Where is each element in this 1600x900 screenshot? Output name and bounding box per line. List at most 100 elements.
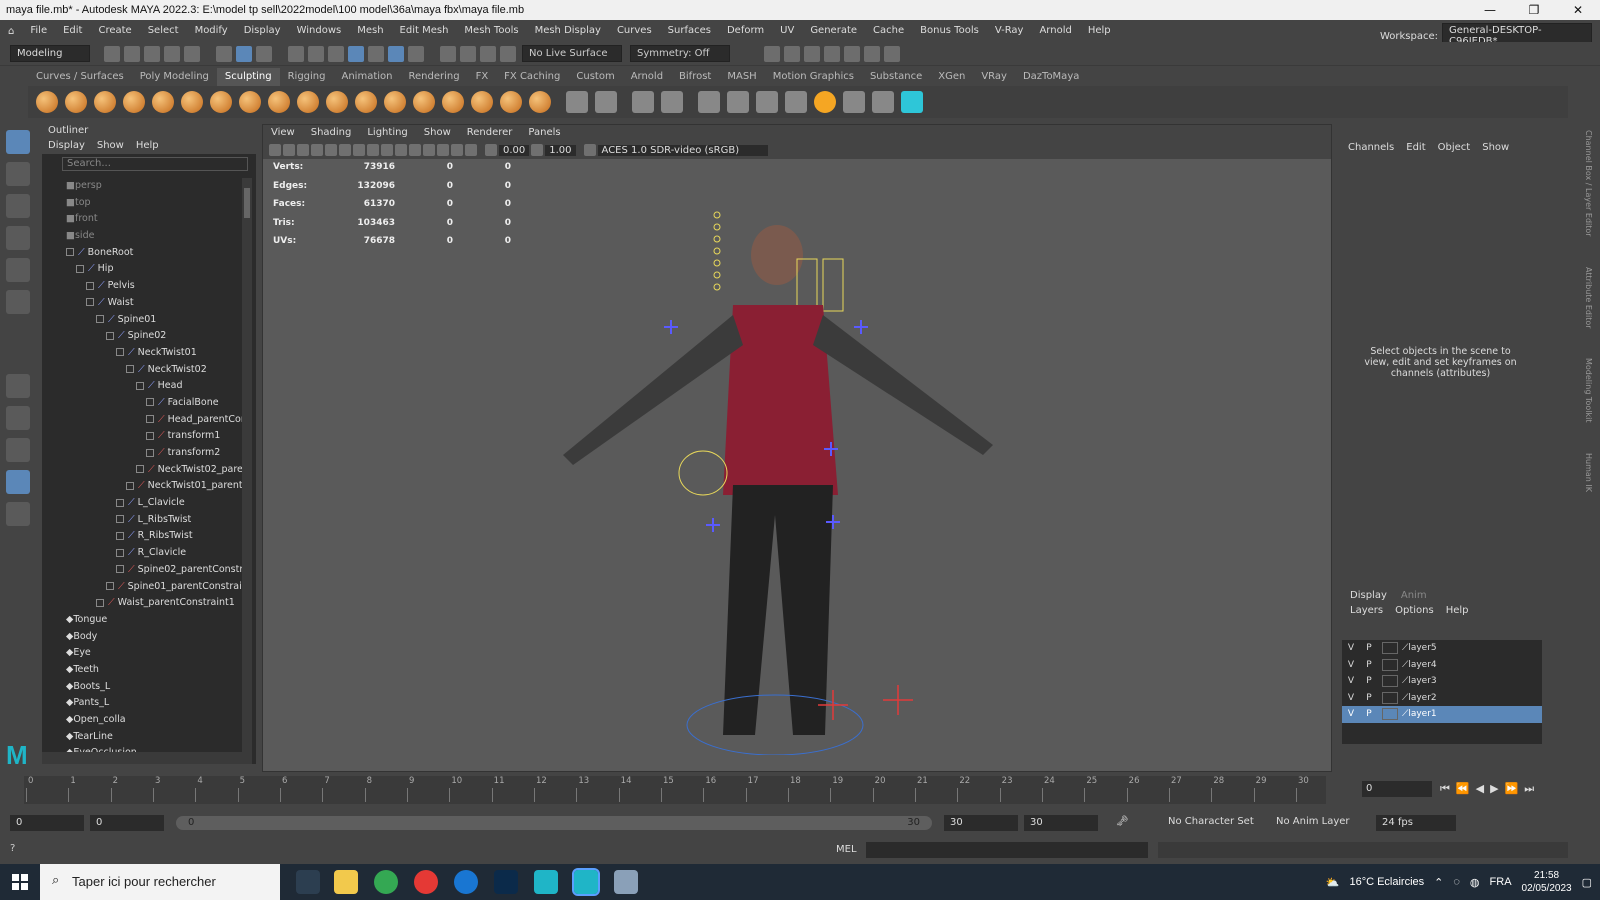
layer-menu-options[interactable]: Options	[1395, 605, 1434, 616]
menu-display[interactable]: Display	[236, 20, 289, 42]
viewport-menu-view[interactable]: View	[271, 125, 295, 141]
grid-icon[interactable]	[595, 91, 617, 113]
menu-mesh-tools[interactable]: Mesh Tools	[456, 20, 526, 42]
outliner-item[interactable]: ◆EyeOcclusion	[42, 745, 242, 752]
outliner-item[interactable]: ⟋ transform2	[42, 445, 242, 462]
expand-toggle-icon[interactable]	[106, 331, 114, 340]
select-component-icon[interactable]	[256, 45, 272, 62]
home-icon[interactable]: ⌂	[0, 26, 22, 37]
smooth-shade-icon[interactable]	[381, 144, 393, 156]
channel-menu-object[interactable]: Object	[1438, 142, 1471, 153]
expand-toggle-icon[interactable]	[136, 465, 144, 474]
colorspace-icon[interactable]	[583, 144, 596, 156]
pause-icon[interactable]	[884, 45, 900, 62]
shelf-tab-mash[interactable]: MASH	[719, 68, 764, 86]
outliner-item[interactable]: ⟋ Head	[42, 378, 242, 395]
pose-editor-icon[interactable]	[756, 91, 778, 113]
outliner-scrollbar[interactable]	[242, 178, 252, 752]
chrome-icon[interactable]	[374, 870, 398, 894]
character-model[interactable]	[493, 175, 1033, 755]
new-scene-icon[interactable]	[104, 45, 120, 62]
expand-toggle-icon[interactable]	[66, 248, 74, 257]
layer-row[interactable]: V P ⟋ layer4	[1342, 657, 1542, 674]
xray-joints-icon[interactable]	[451, 144, 463, 156]
layer-visibility-toggle[interactable]: V	[1342, 676, 1360, 686]
expand-toggle-icon[interactable]	[146, 431, 154, 440]
close-button[interactable]: ✕	[1556, 0, 1600, 20]
amplify-tool-icon[interactable]	[500, 91, 522, 113]
outliner-item[interactable]: ⟋NeckTwist02_parent(	[42, 462, 242, 479]
menuset-dropdown[interactable]: Modeling	[10, 45, 90, 62]
scrape-tool-icon[interactable]	[355, 91, 377, 113]
sculpt-layer-icon[interactable]	[632, 91, 654, 113]
render-frame-icon[interactable]	[784, 45, 800, 62]
deformer-icon[interactable]	[785, 91, 807, 113]
single-view-icon[interactable]	[6, 374, 30, 398]
outliner-item[interactable]: ⟋ NeckTwist02	[42, 362, 242, 379]
timeline-ticks[interactable]: 0 1 2 3 4 5 6 7 8 9 10 11 12 13 14 15 16 17 18 19 20 21 22 23 24…	[24, 776, 1326, 804]
menu-mesh[interactable]: Mesh	[349, 20, 391, 42]
layer-visibility-toggle[interactable]: V	[1342, 709, 1360, 719]
lasso-tool-icon[interactable]	[6, 162, 30, 186]
menu-modify[interactable]: Modify	[187, 20, 236, 42]
snap-point-icon[interactable]	[328, 45, 344, 62]
menu-generate[interactable]: Generate	[802, 20, 865, 42]
imprint-tool-icon[interactable]	[297, 91, 319, 113]
outliner-item[interactable]: ■front	[42, 211, 242, 228]
expand-toggle-icon[interactable]	[146, 415, 154, 424]
shelf-tab-substance[interactable]: Substance	[862, 68, 930, 86]
layer-playback-toggle[interactable]: P	[1360, 709, 1378, 719]
menu-help[interactable]: Help	[1080, 20, 1119, 42]
outliner-hscrollbar[interactable]	[42, 752, 252, 764]
repeat-tool-icon[interactable]	[268, 91, 290, 113]
shelf-tab-sculpting[interactable]: Sculpting	[216, 68, 280, 86]
expand-toggle-icon[interactable]	[86, 281, 94, 290]
tpose-icon[interactable]	[843, 91, 865, 113]
layer-visibility-toggle[interactable]: V	[1342, 693, 1360, 703]
outliner-item[interactable]: ◆Eye	[42, 645, 242, 662]
live-surface-field[interactable]: No Live Surface	[522, 45, 622, 62]
render-settings-icon[interactable]	[824, 45, 840, 62]
select-hierarchy-icon[interactable]	[216, 45, 232, 62]
script-5-icon[interactable]	[814, 91, 836, 113]
outliner-item[interactable]: ■persp	[42, 178, 242, 195]
end-time-field[interactable]: 30	[1024, 815, 1098, 831]
colorspace-dropdown[interactable]: ACES 1.0 SDR-video (sRGB)	[597, 144, 768, 156]
four-view-icon[interactable]	[6, 406, 30, 430]
knife-tool-icon[interactable]	[413, 91, 435, 113]
layer-row[interactable]: V P ⟋ layer3	[1342, 673, 1542, 690]
taskbar-search-input[interactable]: Taper ici pour rechercher	[40, 864, 280, 900]
outliner-item[interactable]: ◆Teeth	[42, 662, 242, 679]
character-set-dropdown[interactable]: No Character Set	[1168, 816, 1254, 827]
outliner-item[interactable]: ⟋ R_Clavicle	[42, 545, 242, 562]
outliner-item[interactable]: ◆TearLine	[42, 729, 242, 746]
viewport-menu-shading[interactable]: Shading	[311, 125, 352, 141]
fill-tool-icon[interactable]	[384, 91, 406, 113]
hypershade-icon[interactable]	[844, 45, 860, 62]
layer-playback-toggle[interactable]: P	[1360, 643, 1378, 653]
menu-deform[interactable]: Deform	[719, 20, 772, 42]
menu-cache[interactable]: Cache	[865, 20, 912, 42]
maximize-button[interactable]: ❐	[1512, 0, 1556, 20]
channel-menu-channels[interactable]: Channels	[1348, 142, 1394, 153]
opera-icon[interactable]	[414, 870, 438, 894]
network-icon[interactable]: ◌	[1453, 876, 1460, 888]
render-setup-icon[interactable]	[864, 45, 880, 62]
outliner-item[interactable]: ⟋ Hip	[42, 261, 242, 278]
expand-toggle-icon[interactable]	[86, 298, 94, 307]
step-forward-icon[interactable]: ⏩	[1505, 782, 1519, 796]
menu-edit-mesh[interactable]: Edit Mesh	[392, 20, 457, 42]
photoshop-icon[interactable]	[494, 870, 518, 894]
outliner-item[interactable]: ⟋ NeckTwist01	[42, 345, 242, 362]
expand-toggle-icon[interactable]	[146, 448, 154, 457]
outliner-menu-display[interactable]: Display	[48, 138, 85, 154]
layer-color-swatch[interactable]	[1382, 691, 1398, 704]
save-scene-icon[interactable]	[144, 45, 160, 62]
snap-grid-icon[interactable]	[288, 45, 304, 62]
expand-toggle-icon[interactable]	[116, 531, 124, 540]
shelf-tab-rendering[interactable]: Rendering	[400, 68, 467, 86]
range-slider[interactable]: 0 30	[176, 816, 932, 830]
ipr-render-icon[interactable]	[804, 45, 820, 62]
go-to-end-icon[interactable]: ⏭	[1524, 782, 1534, 796]
foamy-tool-icon[interactable]	[210, 91, 232, 113]
